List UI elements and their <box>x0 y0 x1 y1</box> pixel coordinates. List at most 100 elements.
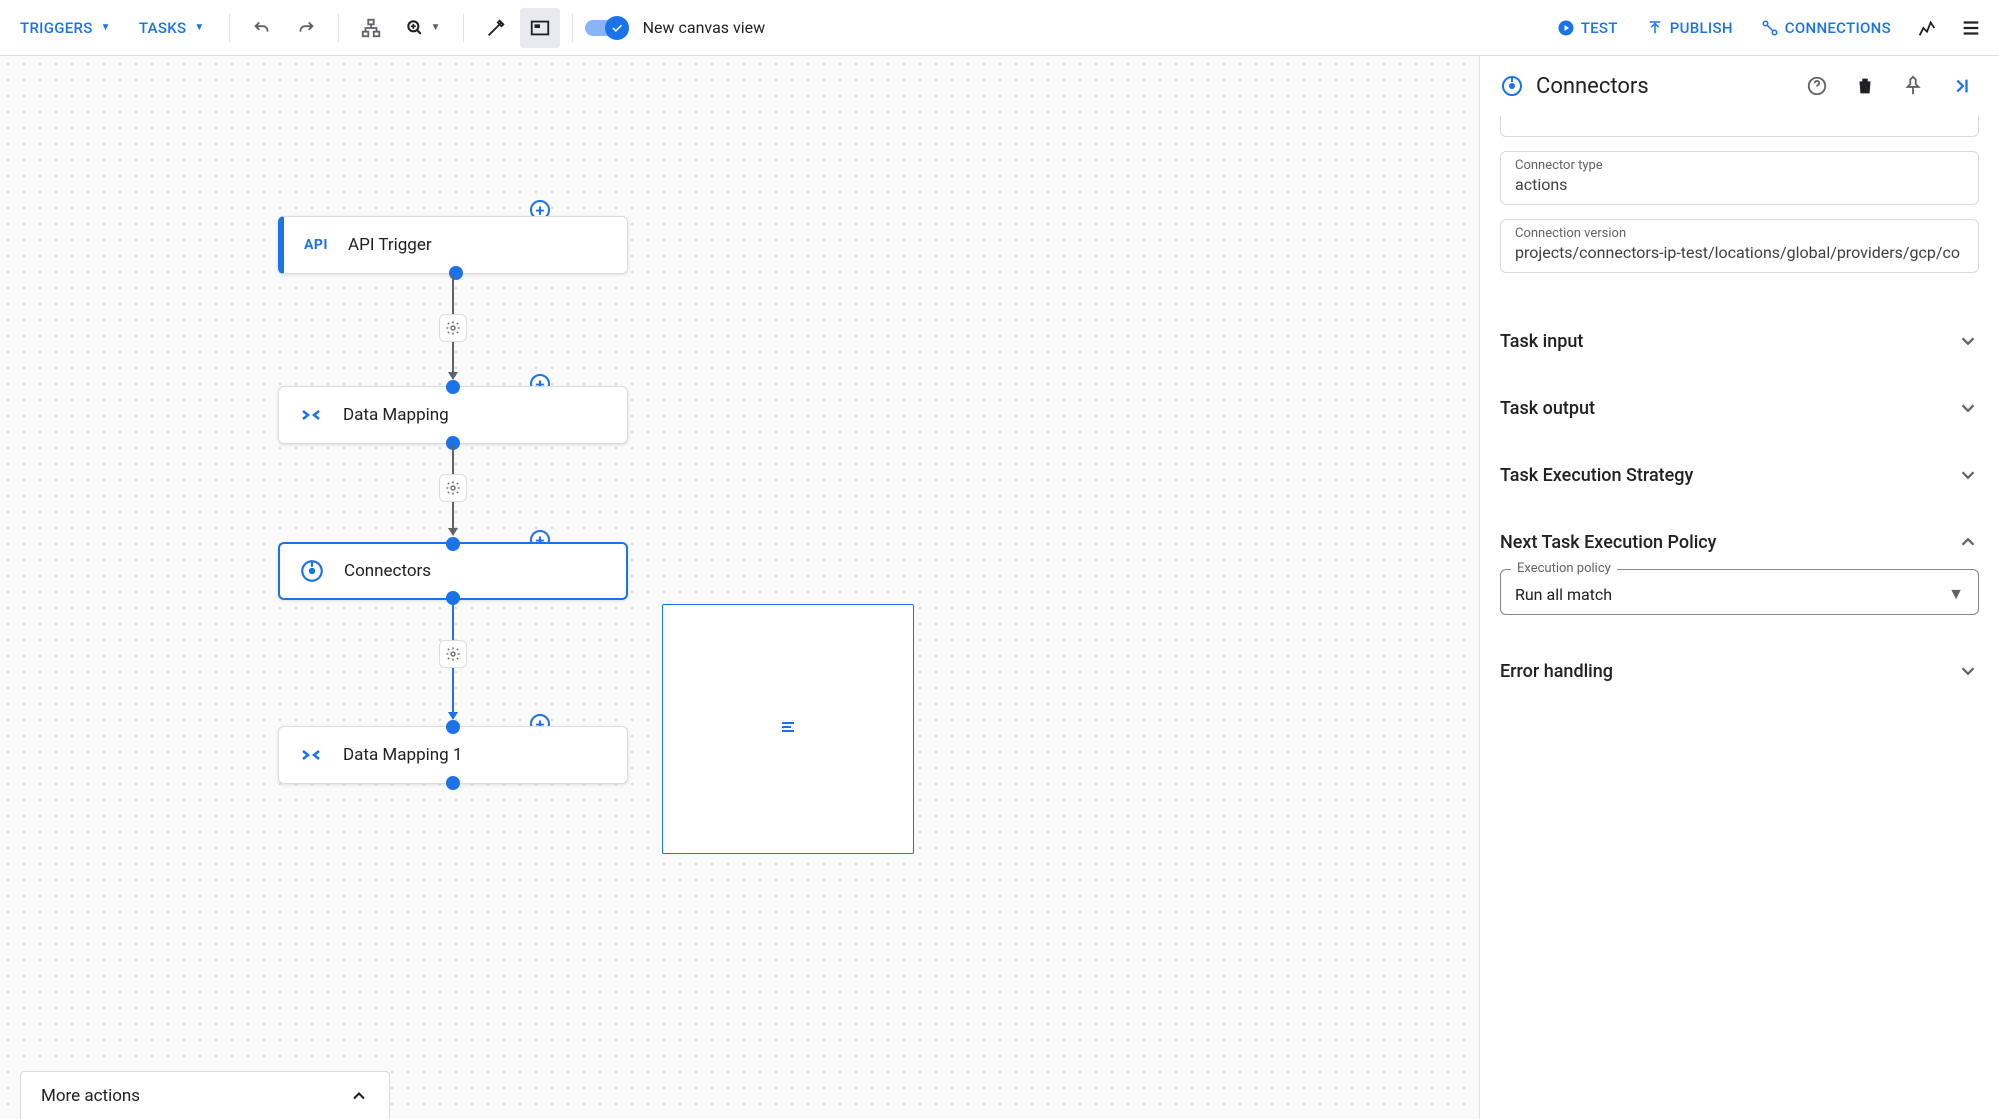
field-value: projects/connectors-ip-test/locations/gl… <box>1515 243 1964 262</box>
test-button[interactable]: TEST <box>1545 10 1630 46</box>
arrow-icon <box>448 372 458 380</box>
edge <box>452 342 454 372</box>
connectors-icon <box>298 557 326 585</box>
tasks-dropdown[interactable]: TASKS ▼ <box>127 10 217 46</box>
triggers-label: TRIGGERS <box>20 19 93 37</box>
node-label: Data Mapping <box>343 405 449 425</box>
redo-icon <box>295 17 317 39</box>
delete-button[interactable] <box>1847 68 1883 104</box>
edge-settings-button[interactable] <box>439 640 467 668</box>
canvas-toggle-button[interactable] <box>520 8 560 48</box>
edge-settings-button[interactable] <box>439 474 467 502</box>
more-actions-panel[interactable]: More actions <box>20 1071 390 1119</box>
section-header-error-handling[interactable]: Error handling <box>1480 660 1999 682</box>
connection-version-field[interactable]: Connection version projects/connectors-i… <box>1500 219 1979 273</box>
node-data-mapping-1[interactable]: Data Mapping 1 <box>278 726 628 784</box>
tasks-label: TASKS <box>139 19 187 37</box>
chevron-down-icon <box>1957 397 1979 419</box>
section-header-task-exec-strategy[interactable]: Task Execution Strategy <box>1480 464 1999 486</box>
caret-down-icon: ▼ <box>431 22 441 33</box>
node-api-trigger[interactable]: API API Trigger <box>278 216 628 274</box>
separator <box>572 14 573 42</box>
section-header-next-task-policy[interactable]: Next Task Execution Policy <box>1480 531 1999 553</box>
chevron-up-icon <box>1957 531 1979 553</box>
output-port[interactable] <box>446 776 460 790</box>
field-label: Execution policy <box>1511 561 1617 576</box>
arrow-icon <box>448 528 458 536</box>
menu-button[interactable] <box>1951 8 1991 48</box>
node-connectors[interactable]: Connectors <box>278 542 628 600</box>
section-title: Task output <box>1500 398 1595 419</box>
field-label: Connector type <box>1515 158 1964 173</box>
check-icon <box>610 21 624 35</box>
more-actions-label: More actions <box>41 1086 140 1106</box>
menu-icon <box>1960 17 1982 39</box>
chevron-down-icon <box>1957 330 1979 352</box>
upload-icon <box>1646 19 1664 37</box>
arrow-icon <box>448 712 458 720</box>
minimap[interactable] <box>662 604 914 854</box>
field-value: Run all match <box>1515 585 1612 604</box>
data-mapping-icon <box>297 401 325 429</box>
node-label: Connectors <box>344 561 431 581</box>
help-button[interactable] <box>1799 68 1835 104</box>
separator <box>338 14 339 42</box>
publish-button[interactable]: PUBLISH <box>1634 10 1745 46</box>
input-port[interactable] <box>446 380 460 394</box>
connector-type-field[interactable]: Connector type actions <box>1500 151 1979 205</box>
sitemap-icon <box>360 17 382 39</box>
section-header-task-input[interactable]: Task input <box>1480 330 1999 352</box>
section-title: Error handling <box>1500 661 1613 682</box>
collapse-icon <box>1950 75 1972 97</box>
pin-button[interactable] <box>1895 68 1931 104</box>
pin-icon <box>1902 75 1924 97</box>
field-label: Connection version <box>1515 226 1964 241</box>
new-canvas-toggle[interactable] <box>585 16 629 40</box>
connections-label: CONNECTIONS <box>1785 19 1891 37</box>
section-header-task-output[interactable]: Task output <box>1480 397 1999 419</box>
field-value: actions <box>1515 175 1964 194</box>
undo-button[interactable] <box>242 8 282 48</box>
metrics-button[interactable] <box>1907 8 1947 48</box>
sidebar-header: Connectors <box>1480 56 1999 116</box>
input-port[interactable] <box>446 537 460 551</box>
caret-down-icon: ▼ <box>194 22 204 33</box>
properties-sidebar: Connectors Connector type actio <box>1479 56 1999 1119</box>
output-port[interactable] <box>449 266 463 280</box>
edge-settings-button[interactable] <box>439 314 467 342</box>
new-canvas-label: New canvas view <box>643 18 766 37</box>
triggers-dropdown[interactable]: TRIGGERS ▼ <box>8 10 123 46</box>
section-task-exec-strategy: Task Execution Strategy <box>1480 441 1999 508</box>
section-task-output: Task output <box>1480 374 1999 441</box>
section-task-input: Task input <box>1480 307 1999 374</box>
help-icon <box>1806 75 1828 97</box>
chart-icon <box>1916 17 1938 39</box>
zoom-dropdown[interactable]: ▼ <box>395 8 451 48</box>
layout-button[interactable] <box>351 8 391 48</box>
canvas[interactable]: + API API Trigger + <box>0 56 1479 1119</box>
data-mapping-icon <box>297 741 325 769</box>
gear-icon <box>445 646 461 662</box>
section-title: Next Task Execution Policy <box>1500 532 1717 553</box>
collapse-sidebar-button[interactable] <box>1943 68 1979 104</box>
magic-wand-button[interactable] <box>476 8 516 48</box>
input-port[interactable] <box>446 720 460 734</box>
separator <box>229 14 230 42</box>
publish-label: PUBLISH <box>1670 19 1733 37</box>
sidebar-title: Connectors <box>1536 74 1787 99</box>
connectors-icon <box>1500 74 1524 98</box>
canvas-icon <box>529 17 551 39</box>
redo-button[interactable] <box>286 8 326 48</box>
connections-button[interactable]: CONNECTIONS <box>1749 10 1903 46</box>
edge <box>452 274 454 314</box>
wand-icon <box>485 17 507 39</box>
node-data-mapping[interactable]: Data Mapping <box>278 386 628 444</box>
edge <box>452 444 454 474</box>
gear-icon <box>445 480 461 496</box>
node-label: Data Mapping 1 <box>343 745 462 765</box>
section-title: Task input <box>1500 331 1583 352</box>
section-title: Task Execution Strategy <box>1500 465 1693 486</box>
execution-policy-select[interactable]: Execution policy Run all match ▼ <box>1500 569 1979 615</box>
toggle-thumb <box>605 16 629 40</box>
test-label: TEST <box>1581 19 1618 37</box>
